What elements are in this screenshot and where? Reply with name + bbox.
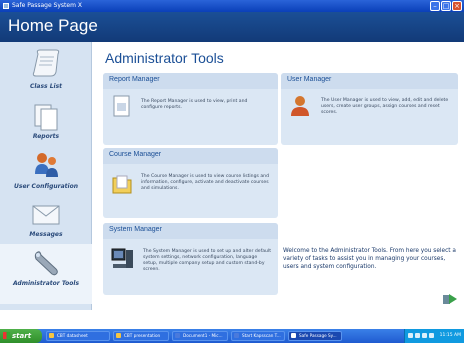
- welcome-text: Welcome to the Administrator Tools. From…: [283, 248, 456, 270]
- panel-header: Course Manager: [103, 148, 278, 164]
- documents-icon: [34, 104, 58, 131]
- next-arrow-icon[interactable]: [442, 292, 458, 306]
- maximize-button[interactable]: □: [441, 1, 451, 11]
- report-document-icon: [113, 95, 130, 117]
- tray-icons: [408, 333, 434, 338]
- sidebar-item-label: Class List: [29, 83, 63, 90]
- taskbar-item[interactable]: Document1 - Mic...: [172, 331, 228, 341]
- taskbar-item-label: Safe Passage Sy...: [299, 333, 337, 338]
- tray-icon[interactable]: [415, 333, 420, 338]
- user-manager-title: User Manager: [287, 76, 332, 83]
- start-button[interactable]: start: [0, 329, 42, 343]
- system-manager-title: System Manager: [109, 226, 162, 233]
- user-manager-panel[interactable]: User Manager The User Manager is used to…: [281, 73, 458, 145]
- sidebar-item-label: Reports: [32, 133, 60, 140]
- panel-header: Report Manager: [103, 73, 278, 89]
- system-manager-panel[interactable]: System Manager The System Manager is use…: [103, 223, 278, 295]
- app-icon: [116, 333, 121, 338]
- course-manager-title: Course Manager: [109, 151, 162, 158]
- minimize-button[interactable]: –: [430, 1, 440, 11]
- sidebar-item-label: User Configuration: [14, 183, 78, 190]
- app-header: Home Page: [0, 12, 464, 42]
- app-icon: [234, 333, 239, 338]
- tray-icon[interactable]: [408, 333, 413, 338]
- user-icon: [291, 96, 309, 116]
- app-icon: [3, 3, 9, 9]
- course-manager-panel[interactable]: Course Manager The Course Manager is use…: [103, 148, 278, 218]
- course-manager-description: The Course Manager is used to view cours…: [141, 174, 270, 191]
- course-folder-icon: [112, 175, 132, 194]
- users-key-icon: [35, 153, 58, 177]
- taskbar-items: CBT datasheet CBT presentation Document1…: [46, 331, 342, 341]
- taskbar-item-label: Document1 - Mic...: [183, 333, 223, 338]
- user-manager-description: The User Manager is used to view, add, e…: [321, 98, 449, 115]
- taskbar-item[interactable]: Start Kapsscan T...: [231, 331, 285, 341]
- taskbar-item-label: Start Kapsscan T...: [242, 333, 281, 338]
- sidebar-item-administrator-tools[interactable]: Administrator Tools: [0, 244, 92, 304]
- taskbar-item[interactable]: Safe Passage Sy...: [288, 331, 342, 341]
- taskbar-item-label: CBT presentation: [124, 333, 161, 338]
- sidebar-item-label: Administrator Tools: [12, 280, 80, 287]
- start-label: start: [12, 332, 32, 340]
- report-manager-panel[interactable]: Report Manager The Report Manager is use…: [103, 73, 278, 145]
- app-icon: [291, 333, 296, 338]
- app-icon: [175, 333, 180, 338]
- sidebar-item-label: Messages: [29, 231, 63, 238]
- app-icon: [49, 333, 54, 338]
- scroll-icon: [32, 49, 60, 77]
- tray-icon[interactable]: [422, 333, 427, 338]
- sidebar-item-class-list[interactable]: Class List: [0, 44, 92, 104]
- envelope-icon: [32, 205, 60, 225]
- report-manager-title: Report Manager: [109, 76, 160, 83]
- app-window: Safe Passage System X – □ × Home Page Cl…: [0, 0, 464, 343]
- tray-icon[interactable]: [429, 333, 434, 338]
- sidebar: Class List Reports User Configuration Me…: [0, 42, 92, 310]
- report-manager-description: The Report Manager is used to view, prin…: [141, 99, 248, 110]
- page-title: Home Page: [8, 16, 98, 35]
- taskbar: start CBT datasheet CBT presentation Doc…: [0, 329, 464, 343]
- panel-header: User Manager: [281, 73, 458, 89]
- panel-header: System Manager: [103, 223, 278, 239]
- taskbar-item[interactable]: CBT presentation: [113, 331, 169, 341]
- windows-flag-icon: [3, 332, 10, 339]
- window-title: Safe Passage System X: [12, 2, 82, 9]
- taskbar-item-label: CBT datasheet: [57, 333, 88, 338]
- taskbar-item[interactable]: CBT datasheet: [46, 331, 110, 341]
- clock: 11:15 AM: [439, 333, 461, 338]
- section-title: Administrator Tools: [105, 50, 224, 66]
- system-manager-description: The System Manager is used to set up and…: [143, 249, 272, 272]
- system-tray: 11:15 AM: [404, 329, 464, 343]
- wrench-icon: [34, 251, 58, 276]
- window-title-bar[interactable]: Safe Passage System X – □ ×: [0, 0, 464, 12]
- computer-icon: [111, 248, 133, 268]
- close-button[interactable]: ×: [452, 1, 462, 11]
- main-content: Administrator Tools Report Manager The R…: [93, 42, 464, 310]
